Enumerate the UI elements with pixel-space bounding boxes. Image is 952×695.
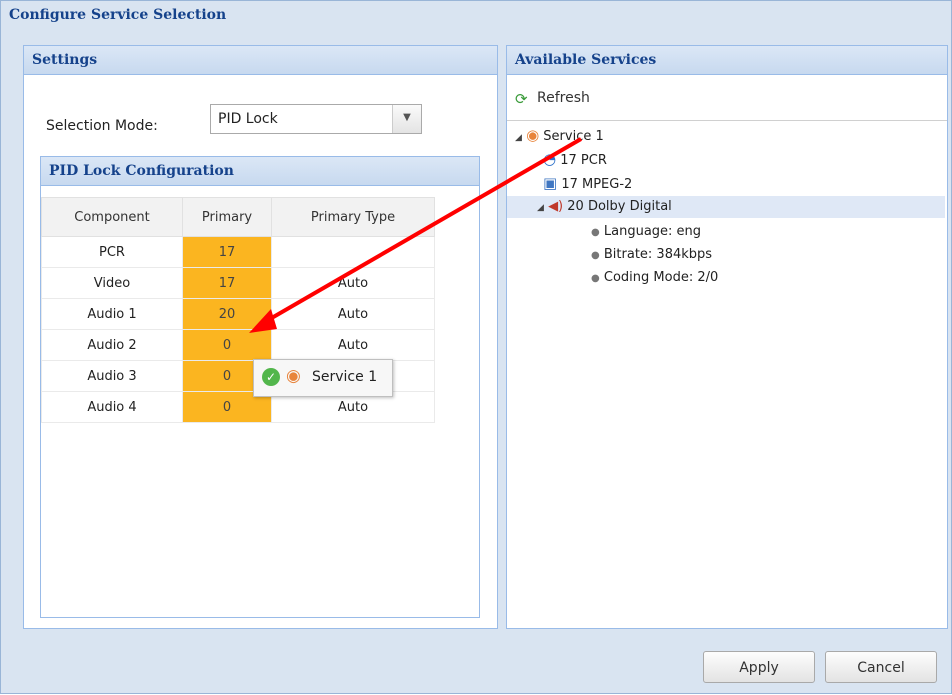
dialog-title: Configure Service Selection bbox=[9, 7, 227, 23]
tree-node-video[interactable]: ▣ 17 MPEG-2 bbox=[543, 172, 632, 194]
collapse-arrow-icon[interactable]: ◢ bbox=[507, 203, 544, 213]
cancel-button[interactable]: Cancel bbox=[825, 651, 937, 683]
apply-button[interactable]: Apply bbox=[703, 651, 815, 683]
tv-icon: ▣ bbox=[543, 174, 558, 192]
speaker-icon: ◀) bbox=[548, 199, 564, 214]
tree-node-language[interactable]: ● Language: eng bbox=[591, 221, 701, 243]
component-cell: Audio 4 bbox=[41, 391, 183, 423]
service-label: Service 1 bbox=[543, 129, 604, 144]
primary-cell[interactable]: 17 bbox=[182, 236, 272, 268]
refresh-button[interactable]: Refresh bbox=[537, 90, 590, 106]
audio-label: 20 Dolby Digital bbox=[567, 199, 672, 214]
tree-node-service[interactable]: ◢ ◉ Service 1 bbox=[515, 124, 604, 146]
configure-service-dialog: Configure Service Selection Settings Sel… bbox=[0, 0, 952, 694]
primary-type-cell[interactable] bbox=[271, 236, 435, 268]
settings-title: Settings bbox=[32, 52, 98, 68]
primary-type-cell[interactable]: Auto bbox=[271, 267, 435, 299]
bullet-icon: ● bbox=[591, 273, 600, 284]
tree-node-bitrate[interactable]: ● Bitrate: 384kbps bbox=[591, 244, 712, 266]
clock-icon: ◔ bbox=[543, 150, 557, 168]
bullet-icon: ● bbox=[591, 250, 600, 261]
audio-prop-label: Language: eng bbox=[603, 224, 702, 239]
pcr-label: 17 PCR bbox=[560, 153, 607, 168]
column-header-component[interactable]: Component bbox=[41, 197, 183, 237]
settings-header: Settings bbox=[24, 46, 497, 75]
component-cell: Audio 2 bbox=[41, 329, 183, 361]
refresh-toolbar: ⟳ Refresh bbox=[507, 76, 947, 121]
primary-type-cell[interactable]: Auto bbox=[271, 298, 435, 330]
settings-panel: Settings Selection Mode: PID Lock ▼ PID … bbox=[23, 45, 498, 629]
available-services-header: Available Services bbox=[507, 46, 947, 75]
column-header-primary[interactable]: Primary bbox=[182, 197, 272, 237]
column-header-primary-type[interactable]: Primary Type bbox=[271, 197, 435, 237]
tree-node-pcr[interactable]: ◔ 17 PCR bbox=[543, 148, 607, 170]
component-cell: Audio 3 bbox=[41, 360, 183, 392]
selection-mode-label: Selection Mode: bbox=[46, 118, 158, 134]
pid-lock-config-header: PID Lock Configuration bbox=[41, 157, 479, 186]
broadcast-icon: ◉ bbox=[526, 126, 540, 144]
primary-cell[interactable]: 17 bbox=[182, 267, 272, 299]
collapse-arrow-icon[interactable]: ◢ bbox=[515, 133, 522, 143]
selection-mode-value: PID Lock bbox=[218, 111, 278, 127]
table-row[interactable]: Audio 2 0 Auto bbox=[41, 329, 435, 361]
tree-node-audio[interactable]: ◢ ◀) 20 Dolby Digital bbox=[507, 196, 945, 218]
tree-node-coding-mode[interactable]: ● Coding Mode: 2/0 bbox=[591, 267, 718, 289]
component-cell: Video bbox=[41, 267, 183, 299]
available-services-title: Available Services bbox=[515, 52, 657, 68]
broadcast-icon: ◉ bbox=[286, 366, 301, 386]
pid-lock-config-title: PID Lock Configuration bbox=[49, 163, 234, 179]
component-cell: Audio 1 bbox=[41, 298, 183, 330]
audio-prop-label: Coding Mode: 2/0 bbox=[603, 270, 719, 285]
refresh-icon[interactable]: ⟳ bbox=[515, 90, 528, 108]
selection-mode-select[interactable]: PID Lock ▼ bbox=[210, 104, 422, 134]
table-row[interactable]: Video 17 Auto bbox=[41, 267, 435, 299]
table-row[interactable]: PCR 17 bbox=[41, 236, 435, 268]
bullet-icon: ● bbox=[591, 227, 600, 238]
grid-header-row: Component Primary Primary Type bbox=[41, 197, 435, 237]
primary-cell[interactable]: 20 bbox=[182, 298, 272, 330]
video-label: 17 MPEG-2 bbox=[561, 177, 633, 192]
primary-type-cell[interactable]: Auto bbox=[271, 329, 435, 361]
drag-tooltip: ✓ ◉ Service 1 bbox=[253, 359, 393, 397]
audio-prop-label: Bitrate: 384kbps bbox=[603, 247, 713, 262]
table-row[interactable]: Audio 1 20 Auto bbox=[41, 298, 435, 330]
check-icon: ✓ bbox=[262, 368, 280, 386]
chevron-down-icon[interactable]: ▼ bbox=[392, 105, 421, 133]
drag-tooltip-label: Service 1 bbox=[312, 369, 378, 385]
primary-cell[interactable]: 0 bbox=[182, 329, 272, 361]
component-cell: PCR bbox=[41, 236, 183, 268]
available-services-panel: Available Services ⟳ Refresh ◢ ◉ Service… bbox=[506, 45, 948, 629]
